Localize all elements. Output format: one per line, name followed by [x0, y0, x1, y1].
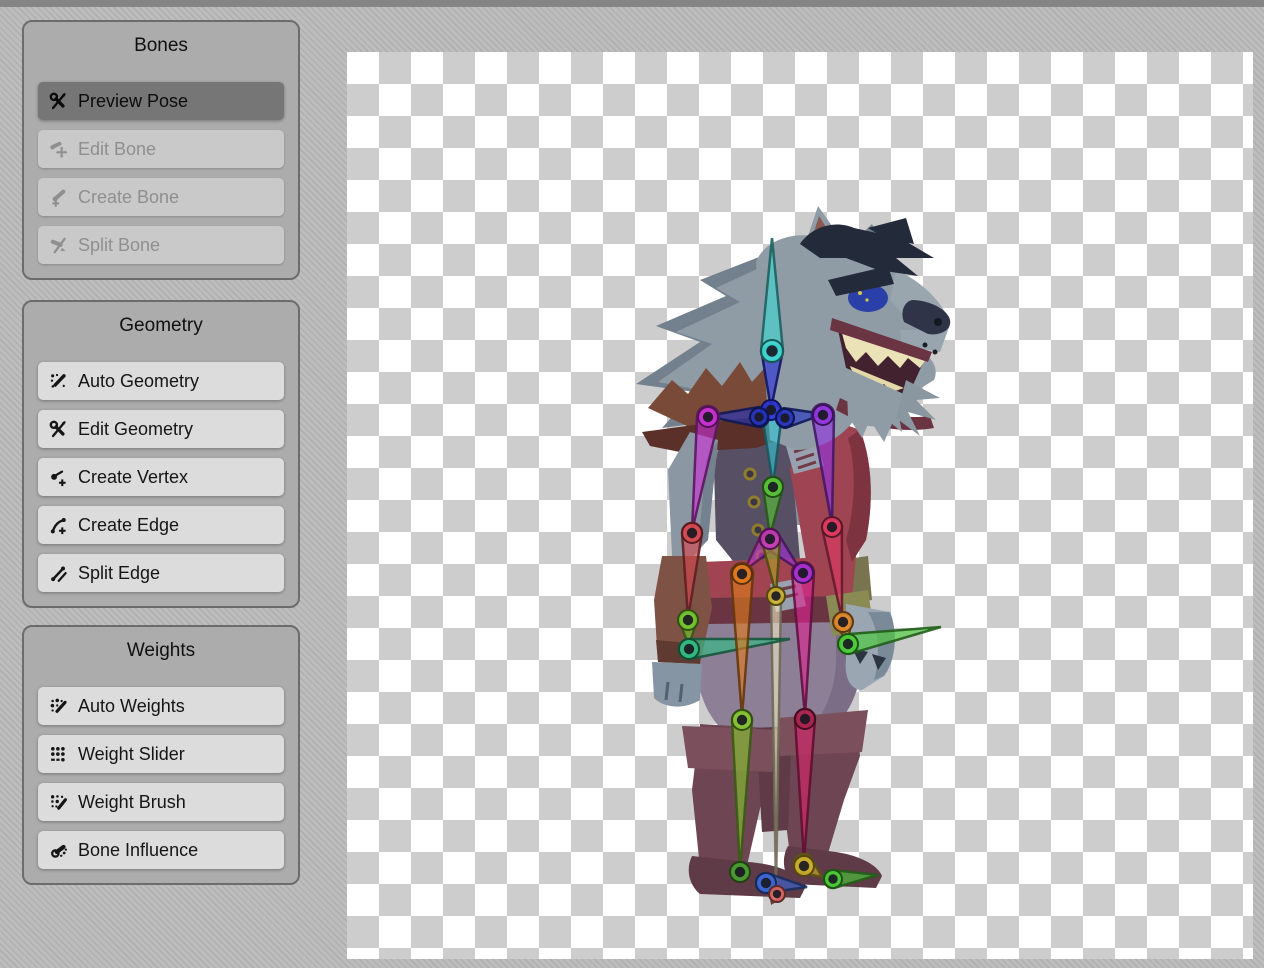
- edit-bone-button[interactable]: Edit Bone: [38, 130, 284, 168]
- create-edge-label: Create Edge: [78, 515, 179, 536]
- create-bone-label: Create Bone: [78, 187, 179, 208]
- auto-geometry-button[interactable]: Auto Geometry: [38, 362, 284, 400]
- auto-geometry-icon: [48, 371, 69, 392]
- joint[interactable]: [760, 529, 780, 549]
- joint[interactable]: [833, 612, 853, 632]
- preview-pose-icon: [48, 91, 69, 112]
- create-bone-icon: [48, 187, 69, 208]
- split-bone-icon: [48, 235, 69, 256]
- joint[interactable]: [750, 408, 768, 426]
- joint[interactable]: [824, 870, 842, 888]
- edit-geometry-label: Edit Geometry: [78, 419, 193, 440]
- edit-geometry-icon: [48, 419, 69, 440]
- panel-weights: Weights Auto Weights Weight Slider Weight B…: [22, 625, 300, 885]
- auto-weights-icon: [48, 696, 69, 717]
- create-vertex-icon: [48, 467, 69, 488]
- weight-brush-label: Weight Brush: [78, 792, 186, 813]
- joint[interactable]: [679, 639, 699, 659]
- joint[interactable]: [682, 523, 702, 543]
- create-bone-button[interactable]: Create Bone: [38, 178, 284, 216]
- joint[interactable]: [761, 340, 783, 362]
- panel-bones: Bones Preview Pose Edit Bone Create Bone Spl…: [22, 20, 300, 280]
- panel-title-geometry: Geometry: [38, 314, 284, 338]
- auto-weights-label: Auto Weights: [78, 696, 185, 717]
- scene-svg: [347, 52, 1253, 959]
- joint[interactable]: [776, 409, 794, 427]
- bone-influence-button[interactable]: Bone Influence: [38, 831, 284, 869]
- joint[interactable]: [838, 634, 858, 654]
- weight-slider-label: Weight Slider: [78, 744, 185, 765]
- joint[interactable]: [732, 710, 752, 730]
- joint[interactable]: [763, 477, 783, 497]
- edit-bone-label: Edit Bone: [78, 139, 156, 160]
- joint[interactable]: [813, 405, 833, 425]
- joint[interactable]: [822, 517, 842, 537]
- auto-weights-button[interactable]: Auto Weights: [38, 687, 284, 725]
- weight-slider-button[interactable]: Weight Slider: [38, 735, 284, 773]
- create-vertex-label: Create Vertex: [78, 467, 188, 488]
- joint[interactable]: [793, 563, 813, 583]
- weight-brush-button[interactable]: Weight Brush: [38, 783, 284, 821]
- joint[interactable]: [767, 587, 785, 605]
- panel-title-bones: Bones: [38, 34, 284, 58]
- split-bone-label: Split Bone: [78, 235, 160, 256]
- split-edge-label: Split Edge: [78, 563, 160, 584]
- auto-geometry-label: Auto Geometry: [78, 371, 199, 392]
- joint[interactable]: [678, 610, 698, 630]
- edit-geometry-button[interactable]: Edit Geometry: [38, 410, 284, 448]
- bone-influence-icon: [48, 840, 69, 861]
- joint[interactable]: [794, 856, 814, 876]
- joint[interactable]: [732, 564, 752, 584]
- preview-pose-button[interactable]: Preview Pose: [38, 82, 284, 120]
- joint[interactable]: [730, 862, 750, 882]
- split-bone-button[interactable]: Split Bone: [38, 226, 284, 264]
- top-toolbar-strip: [0, 0, 1264, 7]
- skinning-editor-window: { "app": { "name": "2D Skinning Editor",…: [0, 0, 1264, 968]
- joint[interactable]: [769, 886, 785, 902]
- preview-pose-label: Preview Pose: [78, 91, 188, 112]
- sprite-canvas[interactable]: [347, 52, 1253, 959]
- split-edge-icon: [48, 563, 69, 584]
- bone-tail[interactable]: [771, 592, 781, 886]
- create-edge-button[interactable]: Create Edge: [38, 506, 284, 544]
- split-edge-button[interactable]: Split Edge: [38, 554, 284, 592]
- create-vertex-button[interactable]: Create Vertex: [38, 458, 284, 496]
- edit-bone-icon: [48, 139, 69, 160]
- panel-geometry: Geometry Auto Geometry Edit Geometry Create…: [22, 300, 300, 608]
- create-edge-icon: [48, 515, 69, 536]
- weight-brush-icon: [48, 792, 69, 813]
- bone-influence-label: Bone Influence: [78, 840, 198, 861]
- panel-title-weights: Weights: [38, 639, 284, 663]
- weight-slider-icon: [48, 744, 69, 765]
- joint[interactable]: [795, 709, 815, 729]
- joint[interactable]: [698, 407, 718, 427]
